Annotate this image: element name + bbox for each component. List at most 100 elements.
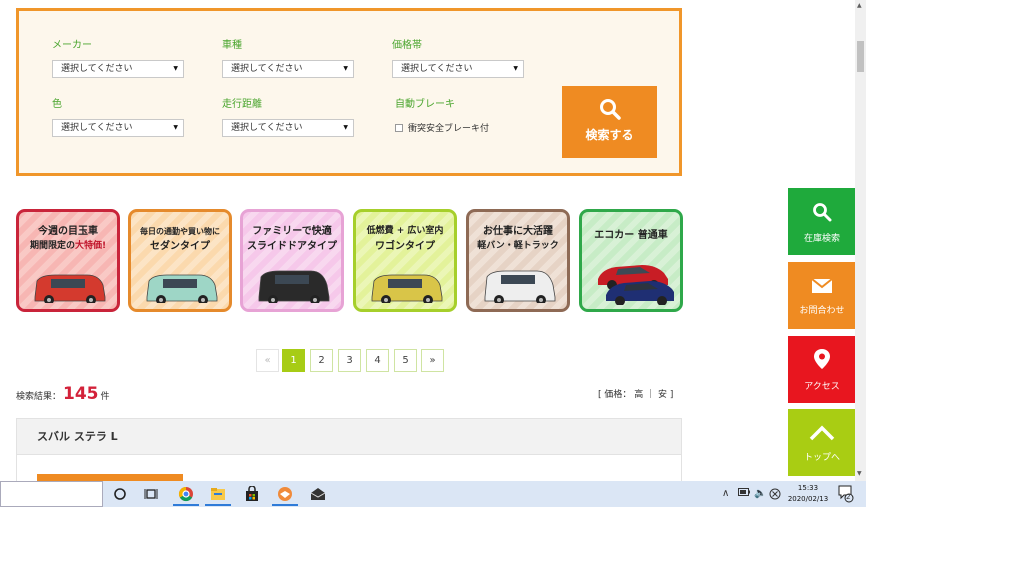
scrollbar-thumb[interactable] [857,41,864,72]
search-icon [599,99,621,120]
mail-icon [811,278,833,293]
app-icon[interactable] [275,485,295,503]
dropdown-arrow-icon: ▼ [173,124,178,131]
car-image-icon [484,270,556,303]
results-count: 145 [63,384,99,404]
active-app-indicator [272,504,298,506]
pagination-page-5[interactable]: 5 [394,349,417,372]
color-label: 色 [52,99,62,110]
pagination-page-4[interactable]: 4 [366,349,389,372]
category-tile-wagon[interactable]: 低燃費 + 広い室内 ワゴンタイプ [353,209,457,312]
back-to-top-button[interactable]: トップへ [788,409,856,476]
results-summary: 検索結果： 145 件 [16,384,110,404]
mileage-select[interactable]: 選択してください ▼ [222,119,354,137]
car-image-icon [258,270,330,303]
network-disconnected-icon[interactable] [769,488,781,503]
category-tile-work[interactable]: お仕事に大活躍 軽バン・軽トラック [466,209,570,312]
taskbar-search-box[interactable] [0,481,103,507]
contact-button[interactable]: お問合わせ [788,262,856,329]
cortana-icon[interactable] [110,485,130,503]
color-select[interactable]: 選択してください ▼ [52,119,184,137]
brake-label: 自動ブレーキ [395,99,455,110]
stock-search-button[interactable]: 在庫検索 [788,188,856,255]
dropdown-arrow-icon: ▼ [513,65,518,72]
taskbar-clock[interactable]: 15:33 2020/02/13 [783,483,833,505]
price-select[interactable]: 選択してください ▼ [392,60,524,78]
show-hidden-icons-chevron-icon[interactable]: ∧ [722,488,729,499]
category-title: エコカー 普通車 [594,230,668,241]
pagination-prev[interactable]: « [256,349,279,372]
brake-checkbox[interactable] [395,123,403,132]
car-image-icon [598,265,674,305]
pagination-next[interactable]: » [421,349,444,372]
search-button[interactable]: 検索する [562,86,657,158]
category-title: ファミリーで快適 [252,226,332,237]
maker-select[interactable]: 選択してください ▼ [52,60,184,78]
category-tile-eco[interactable]: エコカー 普通車 [579,209,683,312]
scroll-down-arrow-icon[interactable]: ▼ [857,470,862,477]
brake-field: 自動ブレーキ 衝突安全ブレーキ付 [395,98,489,134]
model-select[interactable]: 選択してください ▼ [222,60,354,78]
access-label: アクセス [804,382,840,392]
notification-center-icon[interactable]: 2 [838,485,854,506]
model-label: 車種 [222,40,242,51]
category-title: お仕事に大活躍 [483,226,553,237]
notification-count: 2 [846,493,851,501]
stock-search-label: 在庫検索 [803,234,840,244]
price-label: 価格帯 [392,40,422,51]
pagination-page-3[interactable]: 3 [338,349,361,372]
category-subtitle: スライドドアタイプ [247,241,337,252]
file-explorer-icon[interactable] [208,485,228,503]
access-button[interactable]: アクセス [788,336,856,403]
mileage-label: 走行距離 [222,99,262,110]
results-unit: 件 [100,392,110,402]
vertical-scrollbar[interactable]: ▲ ▼ [855,0,866,481]
brake-checkbox-row[interactable]: 衝突安全ブレーキ付 [395,121,489,134]
dropdown-arrow-icon: ▼ [343,65,348,72]
listing-title[interactable]: スバル ステラ L [17,419,681,455]
car-image-icon [371,274,443,303]
chevron-up-icon [809,425,835,441]
pagination-page-1[interactable]: 1 [282,349,305,372]
windows-taskbar: ∧ 🔈 15:33 2020/02/13 2 [0,481,866,507]
maker-label: メーカー [52,40,92,51]
category-subtitle: 軽バン・軽トラック [477,241,559,251]
car-image-icon [146,274,218,303]
car-image-icon [34,274,106,303]
model-field: 車種 選択してください ▼ [222,39,354,78]
mail-app-icon[interactable] [308,485,328,503]
clock-date: 2020/02/13 [787,495,829,503]
scroll-up-arrow-icon[interactable]: ▲ [857,2,862,9]
mileage-field: 走行距離 選択してください ▼ [222,98,354,137]
search-button-label: 検索する [585,128,634,142]
pagination-page-2[interactable]: 2 [310,349,333,372]
category-highlight: 大特価! [74,241,107,251]
brake-checkbox-label: 衝突安全ブレーキ付 [408,124,490,134]
dropdown-arrow-icon: ▼ [173,65,178,72]
volume-icon[interactable]: 🔈 [754,488,766,499]
task-view-icon[interactable] [141,485,161,503]
active-app-indicator [173,504,199,506]
clock-time: 15:33 [797,484,819,492]
category-tile-slide-door[interactable]: ファミリーで快適 スライドドアタイプ [240,209,344,312]
category-title: 毎日の通勤や買い物に [140,227,220,236]
store-icon[interactable] [242,485,262,503]
active-app-indicator [205,504,231,506]
category-tile-sedan[interactable]: 毎日の通勤や買い物に セダンタイプ [128,209,232,312]
search-icon [813,203,832,222]
color-field: 色 選択してください ▼ [52,98,184,137]
category-subtitle: ワゴンタイプ [375,241,435,252]
contact-label: お問合わせ [799,306,845,316]
results-label: 検索結果： [16,392,62,402]
listing-card[interactable]: スバル ステラ L [16,418,682,488]
category-title: 低燃費 + 広い室内 [366,226,444,236]
browser-page: メーカー 選択してください ▼ 車種 選択してください ▼ 価格帯 選択してください… [0,0,1024,576]
search-panel: メーカー 選択してください ▼ 車種 選択してください ▼ 価格帯 選択してください… [16,8,682,176]
category-tile-bargain[interactable]: 今週の目玉車 期間限定の大特価! [16,209,120,312]
price-sort-links[interactable]: [ 価格： 高 ｜ 安 ] [598,387,673,400]
category-title: 今週の目玉車 [38,226,98,237]
category-subtitle: 期間限定の [29,241,75,251]
chrome-icon[interactable] [176,485,196,503]
battery-icon[interactable] [738,488,750,499]
dropdown-arrow-icon: ▼ [343,124,348,131]
